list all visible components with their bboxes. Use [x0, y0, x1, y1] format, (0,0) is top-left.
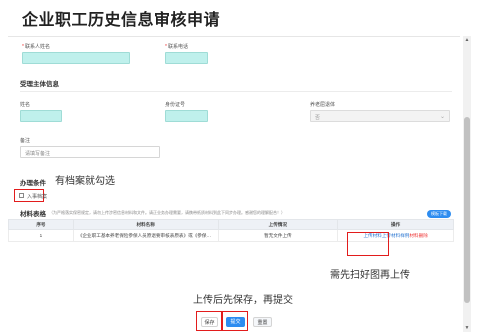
contact-phone-input[interactable]	[165, 52, 208, 64]
sample-link[interactable]: 材料样例	[391, 233, 409, 238]
upload-highlight-box	[347, 232, 389, 256]
chevron-down-icon: ⌄	[439, 114, 445, 120]
save-button[interactable]: 保存	[201, 317, 218, 327]
subject-id-input[interactable]	[165, 110, 208, 122]
reset-button[interactable]: 重置	[253, 317, 272, 327]
materials-hint: （为严格落实保密规定，请勿上传涉密信息材料和文件。请正业务办理需要，请携带纸质材…	[49, 210, 285, 215]
subject-id-label: 身份证号	[165, 102, 186, 108]
remark-label: 备注	[20, 138, 31, 144]
archive-checkbox[interactable]	[19, 193, 24, 198]
remark-input[interactable]: 请填写备注	[20, 146, 160, 158]
column-header: 上传情况	[217, 219, 339, 230]
subject-name-label: 姓名	[20, 102, 31, 108]
contact-name-label: *联系人姓名	[22, 44, 50, 50]
page-title: 企业职工历史信息审核申请	[22, 12, 221, 29]
archive-checkbox-label: 入事档案	[27, 194, 48, 200]
column-header: 序号	[8, 219, 74, 230]
insured-type-select[interactable]: 否 ⌄	[310, 110, 450, 122]
scroll-down-arrow-icon[interactable]: ▼	[463, 324, 471, 332]
row-index: 1	[8, 229, 74, 242]
footer-annotation: 上传后先保存，再提交	[193, 295, 293, 306]
contact-name-input[interactable]	[22, 52, 130, 64]
template-download-button[interactable]: 模板下载	[427, 210, 451, 218]
contact-phone-label: *联系电话	[165, 44, 188, 50]
upload-annotation: 需先扫好图再上传	[330, 270, 410, 281]
scrollbar-thumb[interactable]	[464, 117, 470, 303]
section-divider	[20, 91, 452, 92]
submit-button[interactable]: 提交	[226, 317, 245, 327]
materials-section-title: 材料表格	[20, 211, 46, 218]
column-header: 材料名称	[72, 219, 219, 230]
subject-name-input[interactable]	[20, 110, 62, 122]
column-header: 操作	[337, 219, 454, 230]
checkbox-annotation: 有档案就勾选	[55, 176, 115, 187]
row-material-name: 《企业职工基本养老保险参保人员原退要审核表原表》或《参保…	[72, 229, 219, 242]
delete-link[interactable]: 材料删除	[409, 233, 427, 238]
scroll-up-arrow-icon[interactable]: ▲	[463, 36, 471, 44]
insured-type-value: 否	[315, 115, 321, 121]
insured-type-label: 养老屈退体	[310, 102, 336, 108]
row-upload-status: 暂无文件上传	[217, 229, 339, 242]
conditions-section-title: 办理条件	[20, 180, 46, 187]
subject-section-title: 受理主体信息	[20, 81, 59, 88]
table-header-row: 序号 材料名称 上传情况 操作	[8, 219, 454, 230]
